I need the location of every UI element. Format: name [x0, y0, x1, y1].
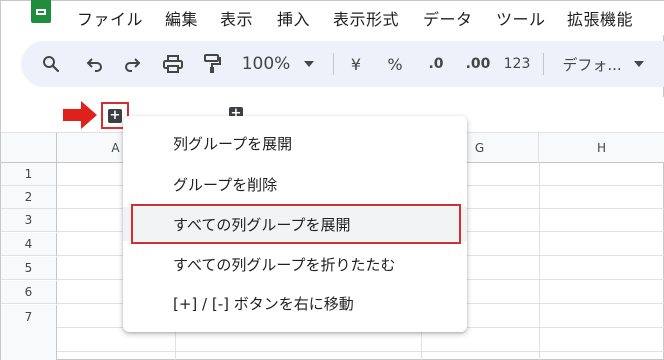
column-header-h[interactable]: H	[539, 133, 664, 163]
row-header[interactable]: 5	[1, 257, 57, 280]
chevron-down-icon[interactable]	[631, 41, 647, 87]
undo-icon[interactable]	[81, 41, 109, 87]
menu-format[interactable]: 表示形式	[333, 6, 399, 30]
row-header[interactable]: 2	[1, 186, 57, 209]
grid-line	[539, 163, 540, 360]
menu-edit[interactable]: 編集	[165, 6, 198, 30]
table-row[interactable]	[57, 329, 664, 352]
menu-bar: ファイル 編集 表示 挿入 表示形式 データ ツール 拡張機能	[1, 0, 664, 35]
currency-button[interactable]: ¥	[346, 41, 366, 87]
toolbar-divider	[333, 53, 334, 75]
toolbar: 100% ¥ % .0 .00 123 デフォ...	[21, 41, 664, 87]
zoom-select[interactable]: 100%	[239, 41, 293, 87]
menu-tools[interactable]: ツール	[496, 6, 546, 30]
annotation-arrow-icon	[63, 101, 97, 129]
row-header[interactable]: 6	[1, 281, 57, 304]
menu-insert[interactable]: 挿入	[277, 6, 310, 30]
increase-decimal-button[interactable]: .00	[461, 41, 495, 87]
paint-format-icon[interactable]	[198, 41, 226, 87]
increase-decimal-label: .00	[465, 56, 491, 72]
menu-extensions[interactable]: 拡張機能	[567, 6, 633, 30]
print-icon[interactable]	[159, 41, 187, 87]
font-select[interactable]: デフォ...	[557, 41, 627, 87]
menu-view[interactable]: 表示	[220, 6, 253, 30]
search-icon[interactable]	[37, 41, 65, 87]
row-header[interactable]: 7	[1, 305, 57, 360]
redo-icon[interactable]	[118, 41, 146, 87]
plus-icon[interactable]: +	[108, 109, 122, 123]
menu-option-expand-group[interactable]: 列グループを展開	[123, 126, 467, 160]
toolbar-divider	[543, 53, 544, 75]
row-header[interactable]: 1	[1, 163, 57, 186]
menu-data[interactable]: データ	[423, 6, 473, 30]
menu-file[interactable]: ファイル	[77, 6, 143, 30]
percent-button[interactable]: %	[384, 41, 406, 87]
decrease-decimal-button[interactable]: .0	[421, 41, 451, 87]
decrease-decimal-label: .0	[428, 56, 444, 72]
number-format-button[interactable]: 123	[503, 41, 531, 87]
row-header[interactable]: 4	[1, 233, 57, 256]
menu-option-remove-group[interactable]: グループを削除	[123, 167, 467, 201]
select-all-corner[interactable]	[1, 133, 57, 163]
row-header[interactable]: 3	[1, 209, 57, 232]
annotation-highlight-box	[131, 204, 461, 244]
menu-option-move-toggle-right[interactable]: [+] / [-] ボタンを右に移動	[123, 286, 467, 320]
menu-option-collapse-all-groups[interactable]: すべての列グループを折りたたむ	[123, 247, 467, 281]
sheets-logo-icon[interactable]	[31, 0, 51, 23]
chevron-down-icon[interactable]	[301, 41, 317, 87]
